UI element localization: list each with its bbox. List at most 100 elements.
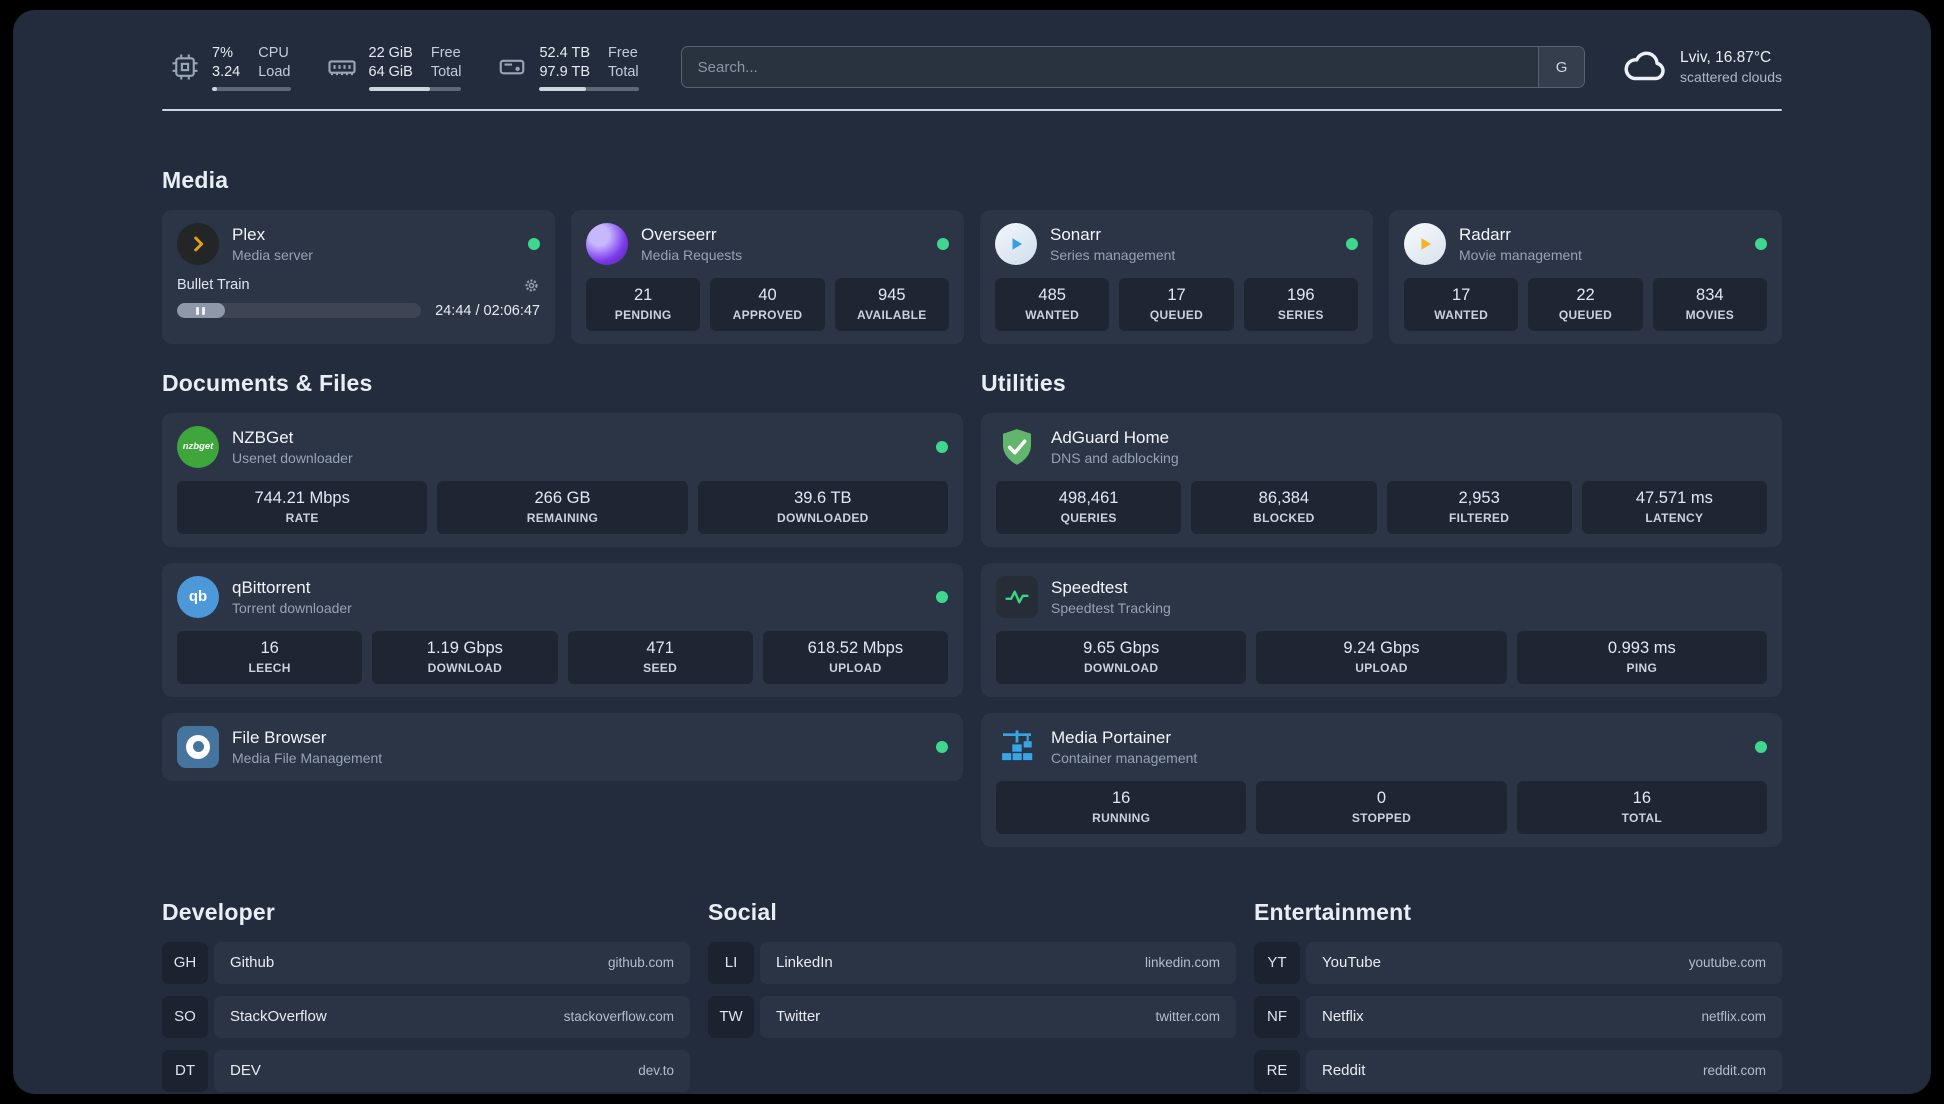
disk-free-value: 52.4 TB	[539, 45, 591, 61]
stat-label: QUEUED	[1149, 307, 1204, 322]
github-abbr-icon: GH	[162, 941, 208, 984]
topbar-divider	[162, 108, 1782, 111]
search-provider-button[interactable]: G	[1538, 47, 1585, 88]
stat-label: DOWNLOAD	[1083, 660, 1159, 675]
stat-label: RUNNING	[1092, 810, 1151, 825]
speedtest-icon	[996, 575, 1038, 618]
memory-progress-bar	[368, 86, 462, 91]
service-desc: Torrent downloader	[232, 599, 352, 616]
cpu-progress-bar	[212, 86, 291, 91]
service-desc: Media Requests	[641, 246, 743, 263]
bookmark-name: Twitter	[776, 1008, 821, 1026]
bookmark-url: github.com	[607, 955, 674, 971]
portainer-icon	[996, 726, 1038, 768]
bookmark-github[interactable]: GH Github github.com	[162, 941, 690, 984]
bookmark-twitter[interactable]: TW Twitter twitter.com	[708, 995, 1236, 1038]
gear-icon[interactable]	[523, 277, 540, 294]
service-desc: Media File Management	[232, 749, 383, 766]
stat-value: 16	[260, 638, 279, 657]
disk-icon	[497, 52, 527, 82]
service-name: Speedtest	[1051, 577, 1128, 597]
bookmark-reddit[interactable]: RE Reddit reddit.com	[1254, 1049, 1782, 1092]
disk-total-value: 97.9 TB	[539, 63, 591, 80]
bookmark-name: Github	[230, 954, 275, 972]
adguard-link[interactable]: AdGuard Home DNS and adblocking	[996, 426, 1767, 468]
stat-label: DOWNLOAD	[427, 660, 503, 675]
stat-wanted: 17 WANTED	[1404, 277, 1519, 331]
speedtest-card: Speedtest Speedtest Tracking 9.65 Gbps D…	[981, 562, 1782, 697]
pause-icon	[202, 306, 206, 315]
service-desc: Container management	[1051, 749, 1198, 766]
nzbget-link[interactable]: nzbget NZBGet Usenet downloader	[177, 425, 948, 468]
stat-label: SERIES	[1277, 307, 1324, 322]
bookmark-name: StackOverflow	[230, 1008, 327, 1026]
stat-value: 39.6 TB	[794, 488, 852, 507]
radarr-link[interactable]: Radarr Movie management	[1404, 222, 1767, 265]
stat-value: 471	[646, 638, 674, 657]
bookmark-linkedin[interactable]: LI LinkedIn linkedin.com	[708, 941, 1236, 984]
memory-progress-fill	[368, 86, 430, 91]
stat-value: 945	[878, 285, 906, 304]
playback-progress-track	[177, 303, 422, 319]
stat-label: APPROVED	[732, 307, 803, 322]
bookmark-url: linkedin.com	[1144, 955, 1220, 971]
media-grid: Plex Media server Bullet Train 24:44 / 0…	[162, 209, 1782, 344]
search-input[interactable]	[681, 47, 1539, 88]
stat-value: 21	[633, 285, 653, 304]
status-dot	[1755, 740, 1767, 753]
stat-upload: 9.24 Gbps UPLOAD	[1256, 630, 1507, 684]
stat-label: BLOCKED	[1253, 510, 1315, 525]
service-name: Plex	[232, 224, 266, 244]
service-desc: Speedtest Tracking	[1051, 599, 1171, 616]
disk-progress-fill	[539, 86, 587, 91]
stat-queries: 498,461 QUERIES	[996, 480, 1182, 534]
stat-label: STOPPED	[1351, 810, 1412, 825]
stat-download: 1.19 Gbps DOWNLOAD	[372, 630, 558, 684]
stat-approved: 40 APPROVED	[710, 277, 825, 331]
stat-value: 86,384	[1258, 488, 1310, 507]
stat-value: 196	[1287, 285, 1315, 304]
cpu-load-value: 3.24	[212, 63, 241, 80]
search-bar: G	[680, 46, 1586, 89]
stat-value: 9.65 Gbps	[1083, 638, 1160, 657]
plex-link[interactable]: Plex Media server	[177, 222, 540, 265]
bookmark-url: twitter.com	[1155, 1009, 1220, 1025]
bookmark-youtube[interactable]: YT YouTube youtube.com	[1254, 941, 1782, 984]
cpu-usage-value: 7%	[212, 45, 233, 61]
disk-total-label: Total	[608, 63, 639, 80]
filebrowser-card: File Browser Media File Management	[162, 712, 963, 781]
adguard-card: AdGuard Home DNS and adblocking 498,461 …	[981, 412, 1782, 547]
service-desc: DNS and adblocking	[1051, 449, 1179, 466]
memory-free-label: Free	[430, 45, 461, 61]
bookmark-dev[interactable]: DT DEV dev.to	[162, 1049, 690, 1092]
bookmark-stackoverflow[interactable]: SO StackOverflow stackoverflow.com	[162, 995, 690, 1038]
stat-label: WANTED	[1025, 307, 1080, 322]
weather-widget[interactable]: Lviv, 16.87°C scattered clouds	[1621, 44, 1782, 90]
stat-value: 0.993 ms	[1607, 638, 1676, 657]
stat-leech: 16 LEECH	[177, 630, 363, 684]
overseerr-link[interactable]: Overseerr Media Requests	[586, 222, 949, 265]
stat-label: QUERIES	[1060, 510, 1117, 525]
entertainment-bookmarks: Entertainment YT YouTube youtube.com NF …	[1254, 899, 1782, 1094]
pause-button[interactable]	[177, 303, 225, 319]
sonarr-link[interactable]: Sonarr Series management	[995, 222, 1358, 265]
memory-total-value: 64 GiB	[368, 63, 413, 80]
weather-condition: scattered clouds	[1680, 69, 1782, 86]
service-name: qBittorrent	[232, 577, 311, 597]
status-dot	[936, 590, 948, 603]
speedtest-link[interactable]: Speedtest Speedtest Tracking	[996, 575, 1767, 618]
qbittorrent-link[interactable]: qb qBittorrent Torrent downloader	[177, 575, 948, 618]
filebrowser-link[interactable]: File Browser Media File Management	[177, 725, 948, 768]
stat-label: REMAINING	[526, 510, 599, 525]
stat-value: 266 GB	[534, 488, 591, 507]
bookmarks-section: Developer GH Github github.com SO StackO…	[162, 899, 1782, 1094]
bookmark-url: stackoverflow.com	[563, 1009, 674, 1025]
reddit-abbr-icon: RE	[1254, 1049, 1300, 1092]
bookmark-url: youtube.com	[1688, 955, 1766, 971]
bookmark-netflix[interactable]: NF Netflix netflix.com	[1254, 995, 1782, 1038]
portainer-link[interactable]: Media Portainer Container management	[996, 726, 1767, 768]
bookmark-url: dev.to	[638, 1063, 674, 1079]
overseerr-card: Overseerr Media Requests 21 PENDING 40 A…	[571, 209, 964, 344]
stat-label: LATENCY	[1645, 510, 1704, 525]
bookmark-url: reddit.com	[1702, 1063, 1766, 1079]
